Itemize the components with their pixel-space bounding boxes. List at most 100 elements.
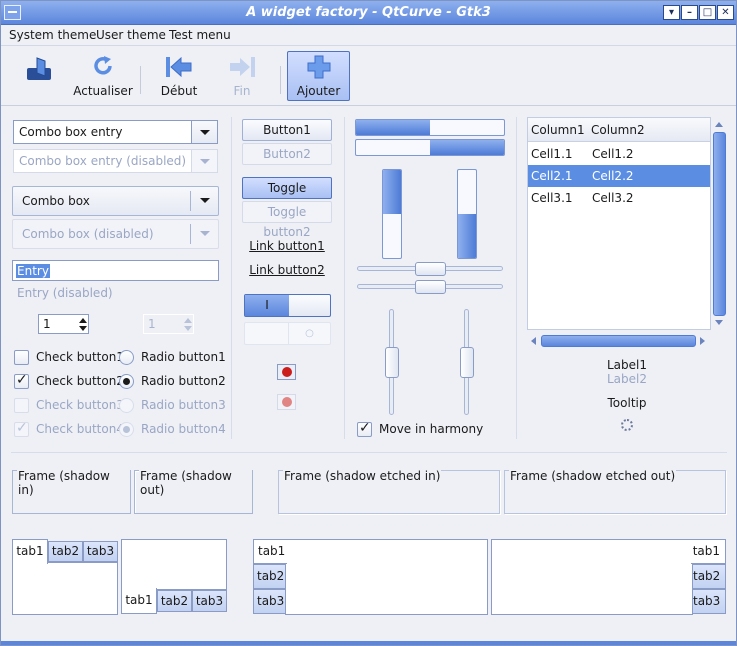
spin-up-icon	[184, 318, 192, 323]
table-cell: Cell1.1	[531, 147, 573, 161]
notebook-top	[12, 562, 118, 615]
scroll-right-icon[interactable]	[700, 337, 705, 345]
tab-1[interactable]: tab1	[253, 539, 287, 564]
check-button-2[interactable]	[14, 372, 29, 389]
combo-box[interactable]: Combo box	[12, 186, 219, 216]
radio-button-4	[119, 422, 134, 437]
spin-down-icon	[184, 326, 192, 331]
label-1: Label1	[606, 358, 647, 372]
table-row[interactable]: Cell1.1 Cell1.2	[528, 143, 710, 165]
toolbar-separator	[280, 66, 281, 94]
tab-2[interactable]: tab2	[157, 590, 192, 612]
tab-3[interactable]: tab3	[692, 589, 726, 614]
entry-text[interactable]: Entry	[16, 264, 50, 278]
frame-shadow-out: Frame (shadow out)	[134, 469, 253, 514]
window-bottom-border	[1, 641, 736, 645]
vertical-scrollbar[interactable]	[711, 118, 728, 330]
label-2: Label2	[606, 372, 647, 386]
entry-field[interactable]: Entry	[12, 260, 219, 281]
check-button-3-label: Check button3	[36, 398, 124, 412]
entry-disabled: Entry (disabled)	[17, 286, 113, 300]
go-last-button[interactable]: Fin	[221, 52, 263, 100]
table-row[interactable]: Cell2.1 Cell2.2	[528, 165, 710, 187]
scroll-down-icon[interactable]	[715, 320, 723, 325]
menu-user-theme[interactable]: User theme	[96, 28, 166, 42]
notebook-left	[285, 539, 488, 615]
spin-value[interactable]: 1	[43, 317, 51, 331]
tab-2[interactable]: tab2	[253, 564, 286, 589]
column-separator	[231, 117, 232, 439]
go-first-icon	[166, 56, 192, 78]
switch-on[interactable]: I	[244, 294, 331, 317]
menu-system-theme[interactable]: System theme	[9, 28, 96, 42]
button-1[interactable]: Button1	[242, 119, 332, 141]
column-header-2[interactable]: Column2	[591, 123, 645, 137]
spin-disabled-value: 1	[148, 317, 156, 331]
shade-button[interactable]: ▾	[663, 5, 680, 20]
minimize-button[interactable]: –	[681, 5, 698, 20]
hscale-1-knob[interactable]	[414, 262, 446, 276]
spin-down-icon[interactable]	[79, 326, 87, 331]
combo-box-disabled: Combo box (disabled)	[12, 219, 219, 249]
maximize-button[interactable]: □	[699, 5, 716, 20]
spinner-icon	[621, 419, 633, 431]
horizontal-scroll-thumb[interactable]	[541, 335, 696, 347]
toolbar: Actualiser Début Fin Ajouter	[1, 46, 736, 106]
combo-box-label: Combo box	[22, 194, 90, 208]
toggle-button-2: Toggle button2	[242, 201, 332, 239]
tree-view[interactable]: Column1 Column2 Cell1.1 Cell1.2 Cell2.1 …	[527, 117, 711, 330]
toggle-button-1[interactable]: Toggle button1	[242, 177, 332, 215]
table-row[interactable]: Cell3.1 Cell3.2	[528, 187, 710, 209]
open-icon	[27, 57, 51, 80]
add-button[interactable]: Ajouter	[287, 51, 350, 101]
title-bar[interactable]: A widget factory - QtCurve - Gtk3 ▾ – □ …	[1, 1, 736, 25]
horizontal-separator	[11, 452, 727, 453]
move-in-harmony-check[interactable]	[357, 420, 372, 437]
close-button[interactable]: ✕	[717, 5, 734, 20]
radio-button-1[interactable]	[119, 350, 134, 365]
vscale-1-knob[interactable]	[385, 346, 399, 378]
tab-3[interactable]: tab3	[192, 590, 227, 612]
tab-3[interactable]: tab3	[253, 589, 286, 614]
check-button-4-label: Check button4	[36, 422, 124, 436]
combo-box-entry[interactable]: Combo box entry	[13, 120, 218, 144]
progress-fill	[430, 140, 504, 155]
link-button-1[interactable]: Link button1	[242, 239, 332, 253]
table-cell: Cell1.2	[592, 147, 634, 161]
open-button[interactable]	[21, 52, 57, 100]
switch-on-label: I	[245, 295, 289, 316]
scroll-thumb[interactable]	[713, 132, 726, 316]
tab-1[interactable]: tab1	[12, 539, 48, 564]
spin-up-icon[interactable]	[79, 318, 87, 323]
vscale-2-knob[interactable]	[460, 346, 474, 378]
table-cell: Cell3.2	[592, 191, 634, 205]
spin-button[interactable]: 1	[38, 314, 89, 334]
tab-3[interactable]: tab3	[83, 541, 118, 562]
vertical-progress-2	[457, 169, 477, 259]
column-separator	[344, 117, 345, 439]
tab-1[interactable]: tab1	[691, 539, 726, 564]
refresh-button[interactable]: Actualiser	[71, 52, 135, 100]
hscale-2-knob[interactable]	[414, 280, 446, 294]
record-icon	[282, 367, 292, 377]
scroll-left-icon[interactable]	[531, 337, 536, 345]
go-first-button[interactable]: Début	[156, 52, 202, 100]
chevron-down-icon[interactable]	[191, 121, 217, 143]
menu-test[interactable]: Test menu	[169, 28, 231, 42]
check-button-3	[14, 398, 29, 413]
column-header-1[interactable]: Column1	[531, 123, 585, 137]
tab-2[interactable]: tab2	[48, 541, 83, 562]
radio-button-4-label: Radio button4	[141, 422, 226, 436]
check-button-1[interactable]	[14, 350, 29, 365]
radio-button-2[interactable]	[119, 374, 134, 389]
tab-1[interactable]: tab1	[121, 588, 157, 614]
spin-button-disabled: 1	[143, 314, 194, 334]
scroll-up-icon[interactable]	[715, 122, 723, 127]
progress-fill	[383, 170, 401, 214]
link-button-2[interactable]: Link button2	[242, 263, 332, 277]
radio-button-3	[119, 398, 134, 413]
combo-entry-text[interactable]: Combo box entry	[19, 125, 122, 139]
check-button-1-label: Check button1	[36, 350, 124, 364]
tab-2[interactable]: tab2	[692, 564, 726, 589]
spinner-button[interactable]	[277, 364, 296, 380]
